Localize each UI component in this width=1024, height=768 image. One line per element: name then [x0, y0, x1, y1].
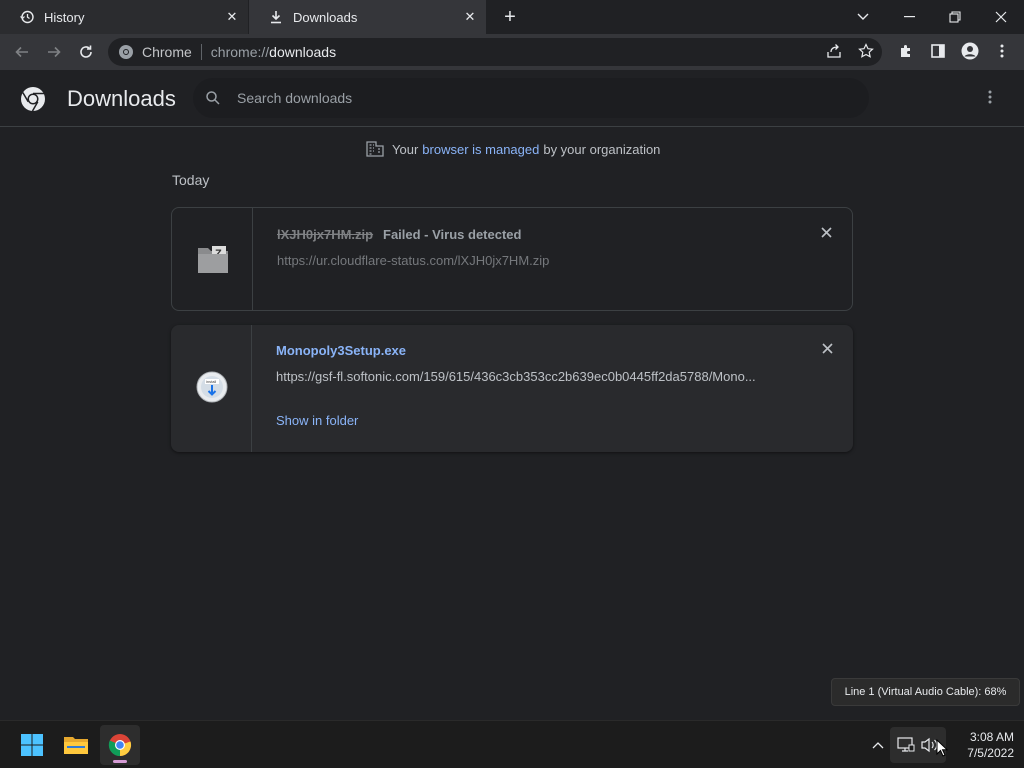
volume-tooltip: Line 1 (Virtual Audio Cable): 68%	[831, 678, 1020, 706]
building-icon	[366, 141, 384, 157]
show-in-folder-link[interactable]: Show in folder	[276, 413, 358, 428]
mouse-cursor-icon	[936, 739, 948, 757]
tab-downloads[interactable]: Downloads ✕	[249, 0, 486, 34]
share-icon	[827, 44, 841, 58]
close-icon	[820, 227, 832, 238]
chrome-site-icon	[119, 45, 133, 59]
show-hidden-icons-button[interactable]	[868, 735, 888, 755]
avatar-icon	[961, 42, 979, 60]
running-indicator	[113, 760, 127, 763]
page-menu-button[interactable]	[980, 88, 1000, 108]
minimize-button[interactable]	[886, 0, 932, 34]
tab-label: Downloads	[293, 9, 358, 25]
chrome-taskbar-button[interactable]	[100, 725, 140, 765]
site-chip: Chrome	[142, 44, 192, 60]
forward-arrow-icon	[48, 46, 61, 58]
side-panel-button[interactable]	[927, 40, 949, 62]
file-icon-column: Z	[172, 208, 253, 310]
tab-history[interactable]: History ✕	[0, 0, 248, 34]
file-explorer-button[interactable]	[56, 725, 96, 765]
download-filename: lXJH0jx7HM.zip	[277, 227, 374, 242]
download-icon	[269, 10, 283, 24]
reload-button[interactable]	[74, 40, 98, 64]
page-title: Downloads	[67, 86, 176, 111]
new-tab-button[interactable]: +	[499, 6, 521, 28]
svg-text:install: install	[206, 379, 216, 384]
back-arrow-icon	[15, 46, 28, 58]
managed-link[interactable]: browser is managed	[422, 142, 539, 157]
address-bar[interactable]: Chrome chrome://downloads	[108, 38, 882, 66]
search-downloads-field[interactable]	[193, 78, 869, 118]
managed-notice: Your browser is managed by your organiza…	[366, 139, 660, 159]
download-item-failed: Z lXJH0jx7HM.zip Failed - Virus detected…	[171, 207, 853, 311]
bookmark-button[interactable]	[855, 40, 877, 62]
extensions-button[interactable]	[895, 40, 917, 62]
search-input[interactable]	[237, 90, 837, 106]
taskbar: 3:08 AM 7/5/2022	[0, 720, 1024, 768]
close-icon	[995, 11, 1007, 23]
close-icon[interactable]: ✕	[224, 9, 240, 25]
start-button[interactable]	[12, 725, 52, 765]
chrome-menu-button[interactable]	[991, 40, 1013, 62]
profile-button[interactable]	[959, 40, 981, 62]
taskbar-clock[interactable]: 3:08 AM 7/5/2022	[952, 729, 1014, 761]
tab-strip: History ✕ Downloads ✕ +	[0, 0, 1024, 34]
restore-button[interactable]	[932, 0, 978, 34]
page-header: Downloads	[0, 70, 1024, 127]
zip-file-icon: Z	[198, 246, 228, 273]
search-icon	[206, 91, 220, 105]
chrome-logo-icon	[21, 87, 45, 112]
date-section-label: Today	[172, 172, 210, 188]
toolbar: Chrome chrome://downloads	[0, 34, 1024, 70]
managed-prefix: Your	[392, 141, 419, 157]
tab-label: History	[44, 9, 85, 25]
close-icon	[821, 343, 833, 354]
kebab-menu-icon	[1000, 44, 1004, 58]
remove-from-list-button[interactable]	[817, 340, 837, 360]
managed-suffix: by your organization	[543, 141, 661, 157]
tab-search-button[interactable]	[840, 0, 886, 34]
share-button[interactable]	[823, 40, 845, 62]
puzzle-icon	[901, 45, 910, 57]
download-url[interactable]: https://ur.cloudflare-status.com/lXJH0jx…	[277, 253, 777, 268]
kebab-menu-icon	[988, 90, 992, 104]
installer-icon: install	[196, 371, 228, 403]
back-button[interactable]	[10, 40, 34, 64]
download-status: Failed - Virus detected	[383, 227, 522, 242]
url-host: downloads	[269, 44, 337, 60]
start-icon	[21, 734, 43, 756]
chevron-down-icon	[857, 13, 869, 20]
omnibox-separator	[200, 44, 202, 60]
clock-time: 3:08 AM	[969, 730, 1014, 744]
reload-icon	[80, 45, 92, 58]
download-url[interactable]: https://gsf-fl.softonic.com/159/615/436c…	[276, 369, 776, 384]
network-icon	[896, 735, 916, 755]
window-close-button[interactable]	[978, 0, 1024, 34]
chrome-icon	[108, 734, 132, 757]
clock-date: 7/5/2022	[967, 746, 1014, 760]
url-scheme: chrome://	[210, 44, 270, 60]
remove-from-list-button[interactable]	[816, 224, 836, 244]
file-icon-column: install	[171, 325, 252, 452]
chevron-up-icon	[872, 742, 884, 749]
download-item-complete: install Monopoly3Setup.exe https://gsf-f…	[171, 325, 853, 452]
restore-icon	[949, 11, 961, 23]
side-panel-icon	[931, 44, 945, 58]
download-filename-link[interactable]: Monopoly3Setup.exe	[276, 343, 406, 358]
star-icon	[858, 43, 874, 58]
forward-button[interactable]	[42, 40, 66, 64]
close-icon[interactable]: ✕	[462, 9, 478, 25]
minimize-icon	[903, 16, 915, 18]
file-explorer-icon	[64, 737, 88, 754]
history-icon	[20, 10, 34, 24]
